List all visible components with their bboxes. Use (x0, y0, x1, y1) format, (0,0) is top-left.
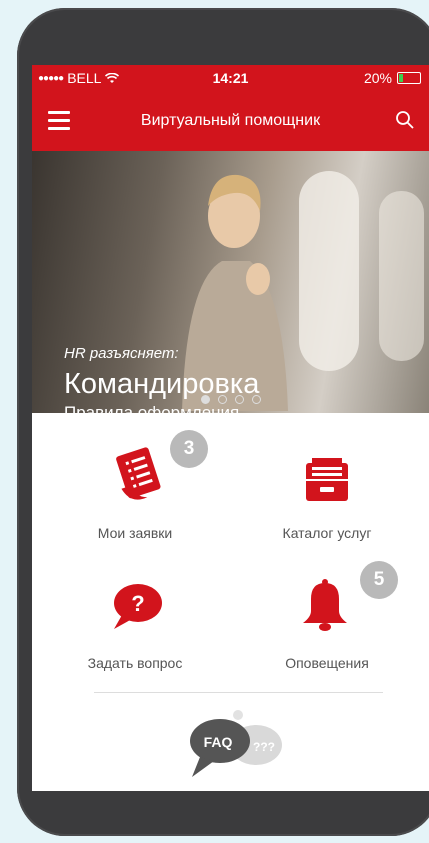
battery-percent: 20% (363, 70, 392, 86)
faq-question-marks: ??? (253, 740, 275, 754)
app-screen: ●●●●● BELL 14:21 20% Виртуальный помощни… (32, 65, 429, 791)
tile-ask-question[interactable]: ? Задать вопрос (40, 575, 230, 685)
pager-dot[interactable] (200, 395, 210, 404)
banner-photo-window (379, 191, 424, 361)
banner-photo-window (299, 171, 359, 371)
page-title: Виртуальный помощник (140, 112, 321, 129)
faq-button[interactable]: FAQ ??? (182, 705, 292, 780)
bell-icon (303, 579, 347, 631)
search-icon[interactable] (395, 110, 415, 130)
pager-dot[interactable] (234, 395, 244, 404)
svg-text:?: ? (131, 591, 144, 616)
notifications-count-badge: 5 (360, 561, 398, 599)
pager-dot[interactable] (251, 395, 261, 404)
divider (94, 692, 383, 693)
status-bar: ●●●●● BELL 14:21 20% (32, 65, 429, 91)
question-bubble-icon: ? (114, 584, 162, 629)
promo-banner[interactable]: HR разъясняет: Командировка Правила офор… (32, 151, 429, 413)
requests-count-badge: 3 (170, 430, 208, 468)
status-right: 20% (364, 70, 421, 86)
battery-level (399, 74, 403, 82)
faq-label: FAQ (204, 734, 233, 750)
banner-pager (32, 391, 429, 409)
tile-service-catalog[interactable]: Каталог услуг (232, 430, 422, 550)
tile-my-requests[interactable]: 3 Мои заявки (40, 430, 230, 550)
navigation-bar: Виртуальный помощник (32, 91, 429, 151)
battery-icon (397, 72, 421, 84)
tile-notifications[interactable]: 5 Оповещения (232, 561, 422, 685)
pager-dot[interactable] (217, 395, 227, 404)
tile-label: Мои заявки (97, 525, 173, 541)
drawer-icon (306, 458, 348, 501)
tile-label: Каталог услуг (282, 525, 372, 541)
tile-label: Оповещения (285, 655, 369, 671)
document-icon (116, 447, 161, 500)
tile-label: Задать вопрос (87, 655, 183, 671)
faq-icon: FAQ ??? (190, 710, 282, 777)
banner-kicker: HR разъясняет: (64, 345, 179, 362)
